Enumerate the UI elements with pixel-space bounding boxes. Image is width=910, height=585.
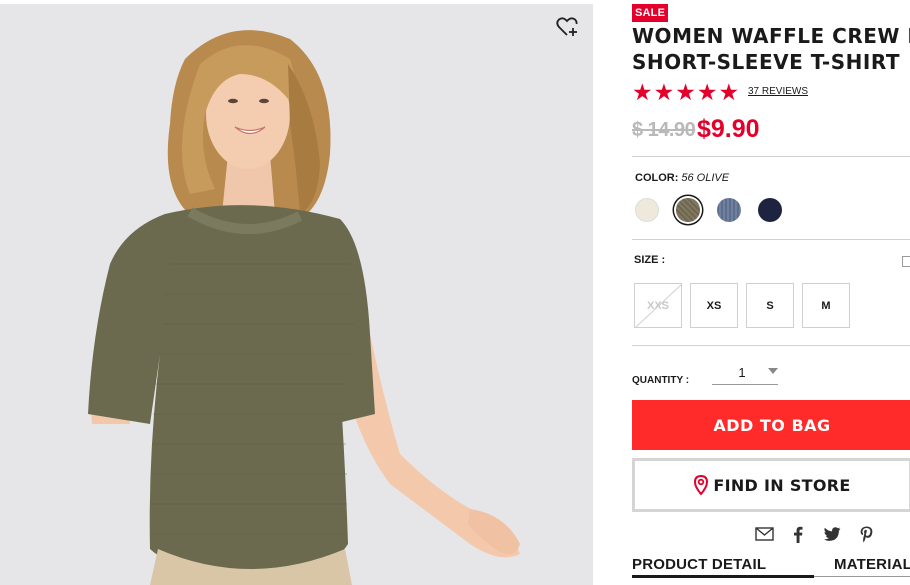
active-tab-indicator [632,575,814,578]
star-icon: ★ [675,79,696,105]
pinterest-icon[interactable] [856,524,876,544]
product-title-line1: WOMEN WAFFLE CREW NECK [632,24,910,48]
size-label: SIZE : [634,254,666,266]
quantity-label: QUANTITY : [632,375,690,386]
size-option-xxs[interactable]: XXS [634,283,682,328]
selected-color: 56 OLIVE [681,172,730,184]
swatch-olive[interactable] [676,198,700,222]
color-label: COLOR: 56 OLIVE [635,172,730,184]
email-icon[interactable] [754,524,774,544]
star-icon: ★ [696,79,718,105]
facebook-icon[interactable] [788,524,808,544]
size-chart-icon[interactable] [902,256,910,267]
size-option-m[interactable]: M [802,283,850,328]
add-to-bag-button[interactable]: ADD TO BAG [632,400,910,450]
product-photo [0,4,593,585]
tab-divider-line [814,576,910,577]
product-title-line2: SHORT-SLEEVE T-SHIRT [632,50,900,74]
swatch-off-white[interactable] [635,198,659,222]
size-option-s[interactable]: S [746,283,794,328]
tab-product-detail[interactable]: PRODUCT DETAIL [632,556,766,576]
size-option-xs[interactable]: XS [690,283,738,328]
chevron-down-icon [768,368,778,374]
twitter-icon[interactable] [822,524,842,544]
star-icon: ★ [653,79,675,105]
swatch-blue[interactable] [717,198,741,222]
sale-price: $9.90 [697,115,760,143]
product-title: WOMEN WAFFLE CREW NECK SHORT-SLEEVE T-SH… [632,23,910,75]
share-icons [754,524,876,544]
divider [632,239,910,240]
location-pin-icon [694,475,709,495]
reviews-link[interactable]: 37 REVIEWS [748,86,808,97]
quantity-select[interactable]: 1 [712,360,778,385]
star-icon: ★ [718,79,740,105]
add-to-wishlist-icon[interactable] [556,16,580,38]
tab-material[interactable]: MATERIAL [834,556,910,573]
find-in-store-label: FIND IN STORE [713,475,851,495]
divider [632,156,910,157]
star-icon: ★ [632,79,653,105]
rating-stars: ★ ★ ★ ★ ★ [632,79,740,105]
find-in-store-button[interactable]: FIND IN STORE [632,458,910,512]
divider [632,345,910,346]
size-options: XXS XS S M [634,283,850,328]
original-price: $ 14.90 [632,119,696,141]
product-info-panel: SALE WOMEN WAFFLE CREW NECK SHORT-SLEEVE… [632,0,910,585]
color-swatches [635,198,782,222]
product-tabs: PRODUCT DETAIL MATERIAL [632,556,910,585]
product-image-gallery[interactable] [0,4,593,585]
swatch-navy[interactable] [758,198,782,222]
sale-badge: SALE [632,4,669,22]
quantity-value: 1 [738,364,746,380]
